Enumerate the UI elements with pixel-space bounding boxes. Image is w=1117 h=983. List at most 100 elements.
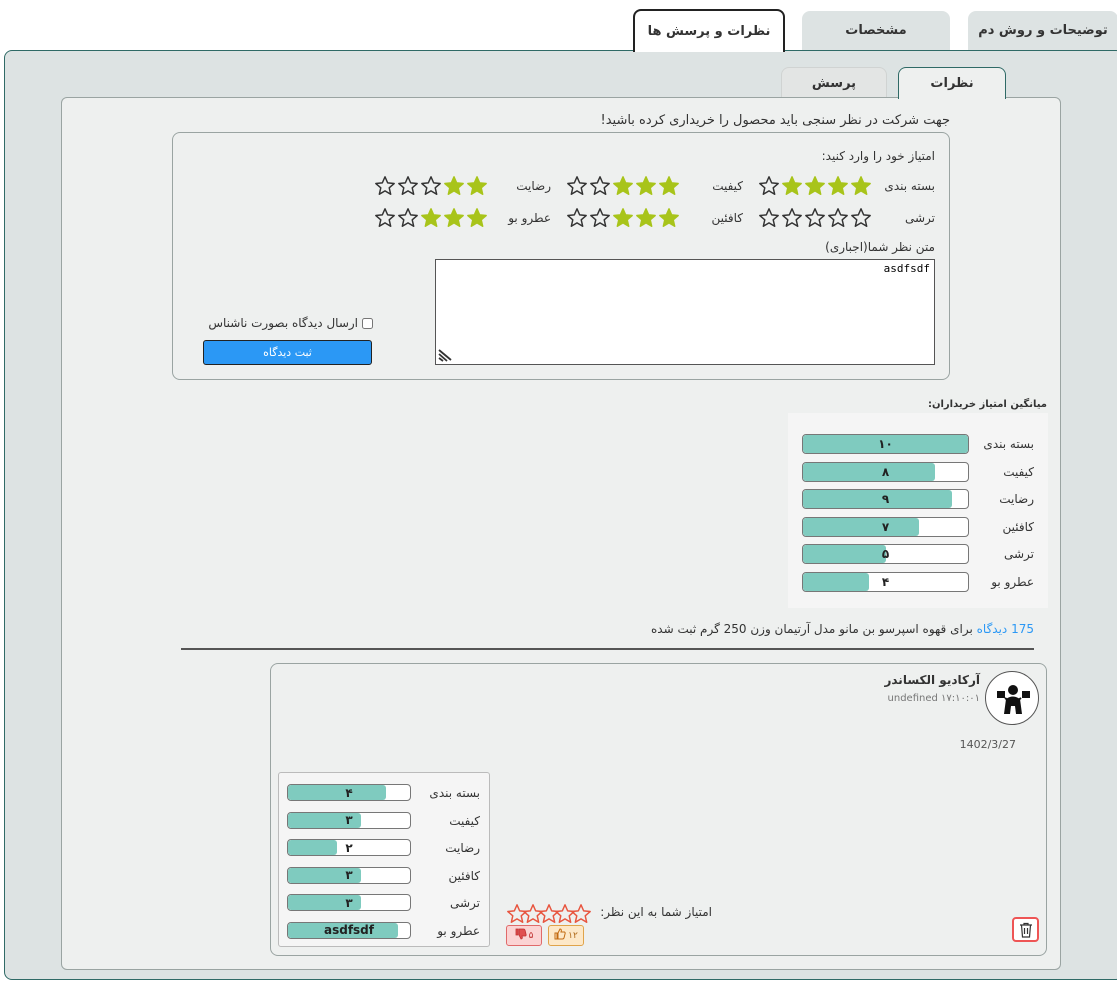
star-empty-icon[interactable] [397,207,419,229]
review-score-label: کافئین [448,868,480,883]
rating-prompt: امتیاز خود را وارد کنید: [821,149,935,163]
resize-handle-icon[interactable] [437,342,459,362]
star-empty-icon[interactable] [781,207,803,229]
review-score-bar: ۳ [287,811,411,829]
average-bar: ۱۰ [802,434,969,454]
review-score-value: asdfsdf [323,923,374,937]
review-score-bar: asdfsdf [287,921,411,939]
review-time: undefined ۱۷:۱۰:۰۱ [887,693,980,704]
review-score-value: ۲ [345,840,353,855]
average-bar-value: ۱۰ [878,437,893,451]
star-empty-icon[interactable] [589,207,611,229]
rate-star-icon[interactable] [538,903,559,923]
star-filled-icon[interactable] [850,175,872,197]
like-count: ۱۲ [568,930,578,941]
star-filled-icon[interactable] [658,175,680,197]
star-empty-icon[interactable] [374,207,396,229]
tab-description[interactable]: توضیحات و روش دم [968,11,1117,50]
tab-specs-label: مشخصات [845,23,907,38]
rate-star-icon[interactable] [522,903,543,923]
star-filled-icon[interactable] [612,175,634,197]
review-author: آرکادیو الکساندر [884,673,980,687]
review-score-bar: ۳ [287,866,411,884]
average-label: رضایت [999,492,1034,506]
comment-textarea[interactable] [435,259,935,365]
star-filled-icon[interactable] [635,175,657,197]
star-empty-icon[interactable] [758,175,780,197]
rate-star-icon[interactable] [570,903,591,923]
review-score-label: رضایت [445,841,480,855]
tab-reviews-label: نظرات و پرسش ها [647,24,771,39]
anonymous-option[interactable]: ارسال دیدگاه بصورت ناشناس [203,316,373,330]
star-filled-icon[interactable] [612,207,634,229]
review-score-label: عطرو بو [437,923,480,938]
rate-review-prompt: امتیاز شما به این نظر: [600,905,712,919]
star-empty-icon[interactable] [827,207,849,229]
average-title: میانگین امتیاز خریداران: [927,399,1047,410]
review-score-label: ترشی [449,896,480,910]
star-empty-icon[interactable] [566,175,588,197]
star-filled-icon[interactable] [466,175,488,197]
tab-specs[interactable]: مشخصات [802,11,950,50]
star-filled-icon[interactable] [827,175,849,197]
average-bar-value: ۸ [881,464,890,479]
divider [181,648,1034,650]
review-date: 1402/3/27 [959,738,1016,751]
star-empty-icon[interactable] [397,175,419,197]
anonymous-label: ارسال دیدگاه بصورت ناشناس [208,316,358,330]
star-empty-icon[interactable] [374,175,396,197]
tab-reviews[interactable]: نظرات و پرسش ها [633,9,785,52]
purchase-notice: جهت شرکت در نظر سنجی باید محصول را خریدا… [600,113,950,128]
star-filled-icon[interactable] [466,207,488,229]
subtab-question[interactable]: پرسش [781,67,887,98]
review-score-bar: ۳ [287,894,411,911]
review-score-label: بسته بندی [429,786,480,800]
star-filled-icon[interactable] [635,207,657,229]
review-score-value: ۴ [345,785,353,800]
rate-star-icon[interactable] [506,903,527,923]
average-label: بسته بندی [983,437,1034,451]
criterion-label: کافئین [711,211,743,225]
star-empty-icon[interactable] [758,207,780,229]
subtab-question-label: پرسش [811,75,857,91]
star-empty-icon[interactable] [420,175,442,197]
reviews-summary: 175 دیدگاه برای قهوه اسپرسو بن مانو مدل … [651,622,1034,636]
review-score-bar: ۴ [287,784,411,801]
star-filled-icon[interactable] [804,175,826,197]
submit-review-label: ثبت دیدگاه [263,346,312,359]
delete-review-button[interactable] [1012,917,1039,942]
tab-description-label: توضیحات و روش دم [978,23,1108,38]
anonymous-checkbox[interactable] [362,317,373,329]
thumbs-up-icon [554,928,566,943]
star-empty-icon[interactable] [850,207,872,229]
subtab-reviews[interactable]: نظرات [898,67,1006,99]
average-label: کیفیت [1003,464,1034,479]
star-empty-icon[interactable] [566,207,588,229]
avatar [985,671,1039,725]
star-empty-icon[interactable] [804,207,826,229]
subtab-reviews-label: نظرات [930,76,974,91]
like-button[interactable]: ۱۲ [548,925,584,946]
criterion-label: ترشی [904,211,935,225]
reviews-summary-text: برای قهوه اسپرسو بن مانو مدل آرتیمان وزن… [651,622,973,636]
user-avatar-icon [997,685,1030,714]
criterion-label: بسته بندی [884,179,935,193]
star-empty-icon[interactable] [589,175,611,197]
submit-review-button[interactable]: ثبت دیدگاه [203,340,372,365]
star-filled-icon[interactable] [443,175,465,197]
review-score-bar: ۲ [287,839,411,856]
rate-star-icon[interactable] [554,903,575,923]
average-bar-value: ۷ [881,519,890,534]
average-bar: ۴ [802,571,969,592]
star-filled-icon[interactable] [443,207,465,229]
trash-icon [1019,922,1032,938]
dislike-button[interactable]: ۵ [506,925,542,946]
star-filled-icon[interactable] [420,207,442,229]
reviews-count-link[interactable]: 175 دیدگاه [977,622,1034,636]
star-filled-icon[interactable] [658,207,680,229]
average-label: عطرو بو [991,574,1034,589]
average-bar-value: ۹ [881,492,890,506]
criterion-label: عطرو بو [508,211,551,225]
star-filled-icon[interactable] [781,175,803,197]
average-bar: ۷ [802,516,969,537]
